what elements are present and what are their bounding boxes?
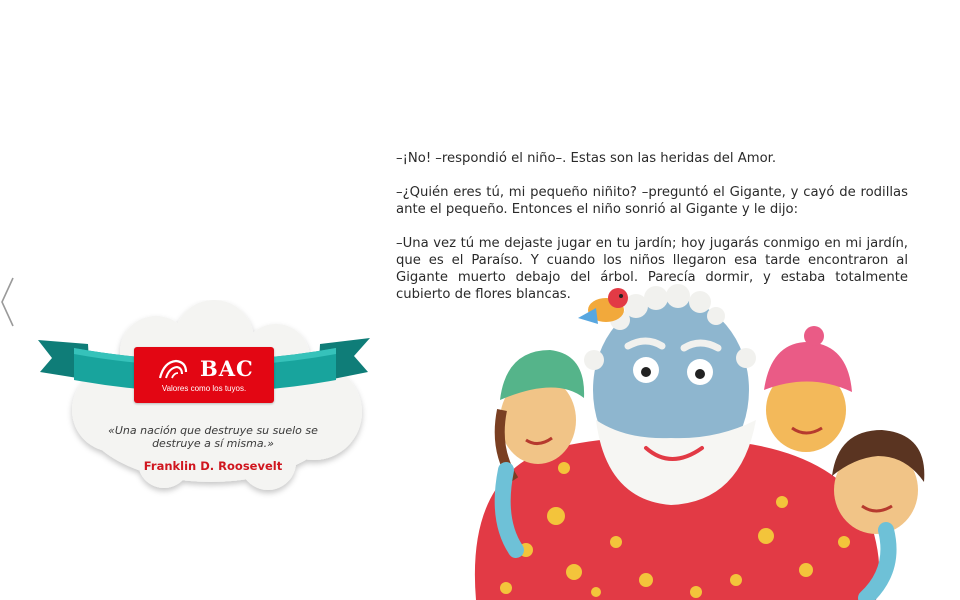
- child-right-top: [764, 326, 852, 452]
- sponsor-cloud-card: BAC Valores como los tuyos. «Una nación …: [36, 300, 376, 500]
- story-paragraph: –¡No! –respondió el niño–. Estas son las…: [396, 151, 777, 166]
- story-paragraph: –¿Quién eres tú, mi pequeño niñito? –pre…: [396, 185, 908, 217]
- quote-author: Franklin D. Roosevelt: [143, 459, 283, 473]
- chevron-left-icon: [1, 277, 14, 327]
- sponsor-quote: «Una nación que destruye su suelo se des…: [108, 424, 318, 450]
- bac-logo-badge: BAC Valores como los tuyos.: [134, 347, 274, 403]
- previous-page-button[interactable]: [0, 276, 16, 328]
- bac-tagline: Valores como los tuyos.: [161, 384, 247, 393]
- giant-and-children-illustration: [474, 284, 925, 600]
- bac-logo-icon: [158, 359, 188, 379]
- bac-brand-name: BAC: [200, 356, 254, 381]
